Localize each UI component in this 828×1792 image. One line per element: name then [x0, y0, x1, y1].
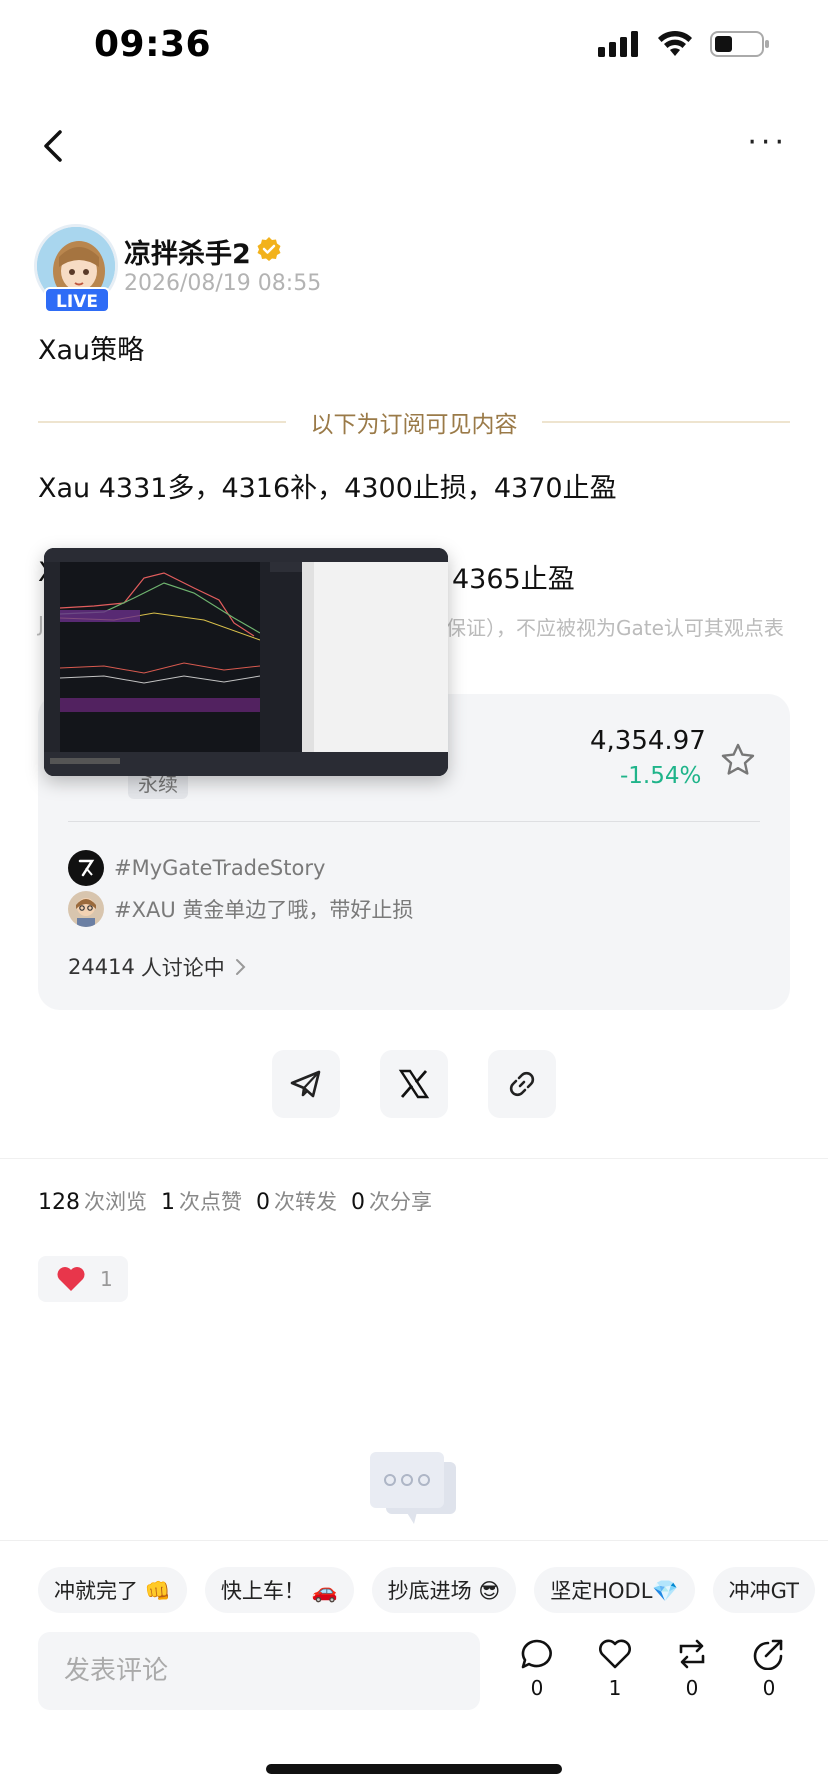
share-arrow-icon — [753, 1639, 783, 1670]
repost-count: 0 — [685, 1676, 699, 1700]
views-stat: 128 次浏览 — [38, 1190, 147, 1215]
live-badge: LIVE — [44, 287, 110, 313]
chevron-right-icon — [235, 959, 246, 975]
telegram-icon — [290, 1070, 321, 1098]
favorite-star-icon[interactable] — [720, 742, 756, 778]
quick-reply-chip[interactable]: 坚定HODL💎 — [534, 1567, 695, 1613]
strategy-line-1: Xau 4331多，4316补，4300止损，4370止盈 — [38, 473, 617, 504]
reposts-stat: 0 次转发 — [256, 1190, 337, 1215]
comment-count: 0 — [530, 1676, 544, 1700]
topic-tag-text: #MyGateTradeStory — [114, 856, 326, 880]
copy-link-button[interactable] — [488, 1050, 556, 1118]
heart-icon — [57, 1267, 85, 1291]
quick-reply-chip[interactable]: 快上车！ 🚗 — [204, 1567, 354, 1613]
share-telegram-button[interactable] — [272, 1050, 340, 1118]
disclaimer-text: 保证），不应被视为Gate认可其观点表 — [446, 616, 784, 640]
post-timestamp: 2026/08/19 08:55 — [124, 271, 322, 296]
share-x-button[interactable] — [380, 1050, 448, 1118]
topic-tag-text: #XAU 黄金单边了哦，带好止损 — [114, 898, 414, 922]
quick-reply-chip[interactable]: 抄底进场 😎 — [371, 1567, 517, 1613]
like-count: 1 — [608, 1676, 622, 1700]
empty-comments-icon — [370, 1452, 456, 1524]
asset-price: 4,354.97 — [590, 726, 706, 756]
asset-change: -1.54% — [620, 763, 702, 789]
section-divider — [0, 1158, 828, 1159]
x-logo-icon — [398, 1069, 430, 1099]
comment-action-button[interactable]: 0 — [514, 1638, 560, 1700]
back-icon[interactable] — [36, 122, 72, 170]
quick-reply-chips: 冲就完了 👊 快上车！ 🚗 抄底进场 😎 坚定HODL💎 冲冲GT — [38, 1567, 815, 1613]
strategy-line-2-end: 4365止盈 — [452, 564, 575, 595]
repost-action-button[interactable]: 0 — [669, 1638, 715, 1700]
signal-icon — [598, 31, 638, 57]
quick-reply-chip[interactable]: 冲冲GT — [712, 1567, 815, 1613]
heart-count: 1 — [100, 1267, 113, 1291]
discussion-label: 人讨论中 — [140, 956, 225, 980]
topic-tag-xau[interactable]: #XAU 黄金单边了哦，带好止损 — [68, 891, 413, 927]
status-icons — [598, 30, 770, 58]
likes-stat: 1 次点赞 — [161, 1190, 242, 1215]
discussion-count: 24414 — [68, 955, 135, 979]
share-action-button[interactable]: 0 — [746, 1638, 792, 1700]
chart-thumbnail — [44, 548, 448, 776]
heart-outline-icon — [599, 1639, 631, 1669]
repost-icon — [679, 1639, 705, 1669]
quick-reply-chip[interactable]: 冲就完了 👊 — [38, 1567, 187, 1613]
chart-screenshot-image[interactable] — [44, 548, 448, 776]
post-stats: 128 次浏览 1 次点赞 0 次转发 0 次分享 — [38, 1186, 432, 1216]
card-divider — [68, 821, 760, 822]
subscriber-divider-text: 以下为订阅可见内容 — [310, 412, 518, 438]
share-count: 0 — [762, 1676, 776, 1700]
heart-reaction-chip[interactable]: 1 — [38, 1256, 128, 1302]
comment-input[interactable] — [38, 1632, 480, 1710]
comment-bubble-icon — [521, 1639, 552, 1669]
more-options-icon[interactable]: ··· — [747, 128, 788, 158]
user-avatar-icon — [68, 891, 104, 927]
home-indicator — [266, 1764, 562, 1774]
post-title: Xau策略 — [38, 335, 145, 366]
discussion-count-link[interactable]: 24414 人讨论中 — [68, 952, 247, 982]
status-time: 09:36 — [94, 24, 212, 65]
author-name[interactable]: 凉拌杀手2 — [124, 232, 251, 271]
verified-badge-icon — [257, 237, 281, 261]
shares-stat: 0 次分享 — [351, 1190, 432, 1215]
bottom-bar-divider — [0, 1540, 828, 1541]
gate-story-icon — [68, 850, 104, 886]
battery-icon — [710, 31, 769, 57]
topic-tag-mygatetradestory[interactable]: #MyGateTradeStory — [68, 850, 325, 886]
wifi-icon — [658, 30, 692, 56]
link-icon — [509, 1071, 535, 1097]
like-action-button[interactable]: 1 — [592, 1638, 638, 1700]
